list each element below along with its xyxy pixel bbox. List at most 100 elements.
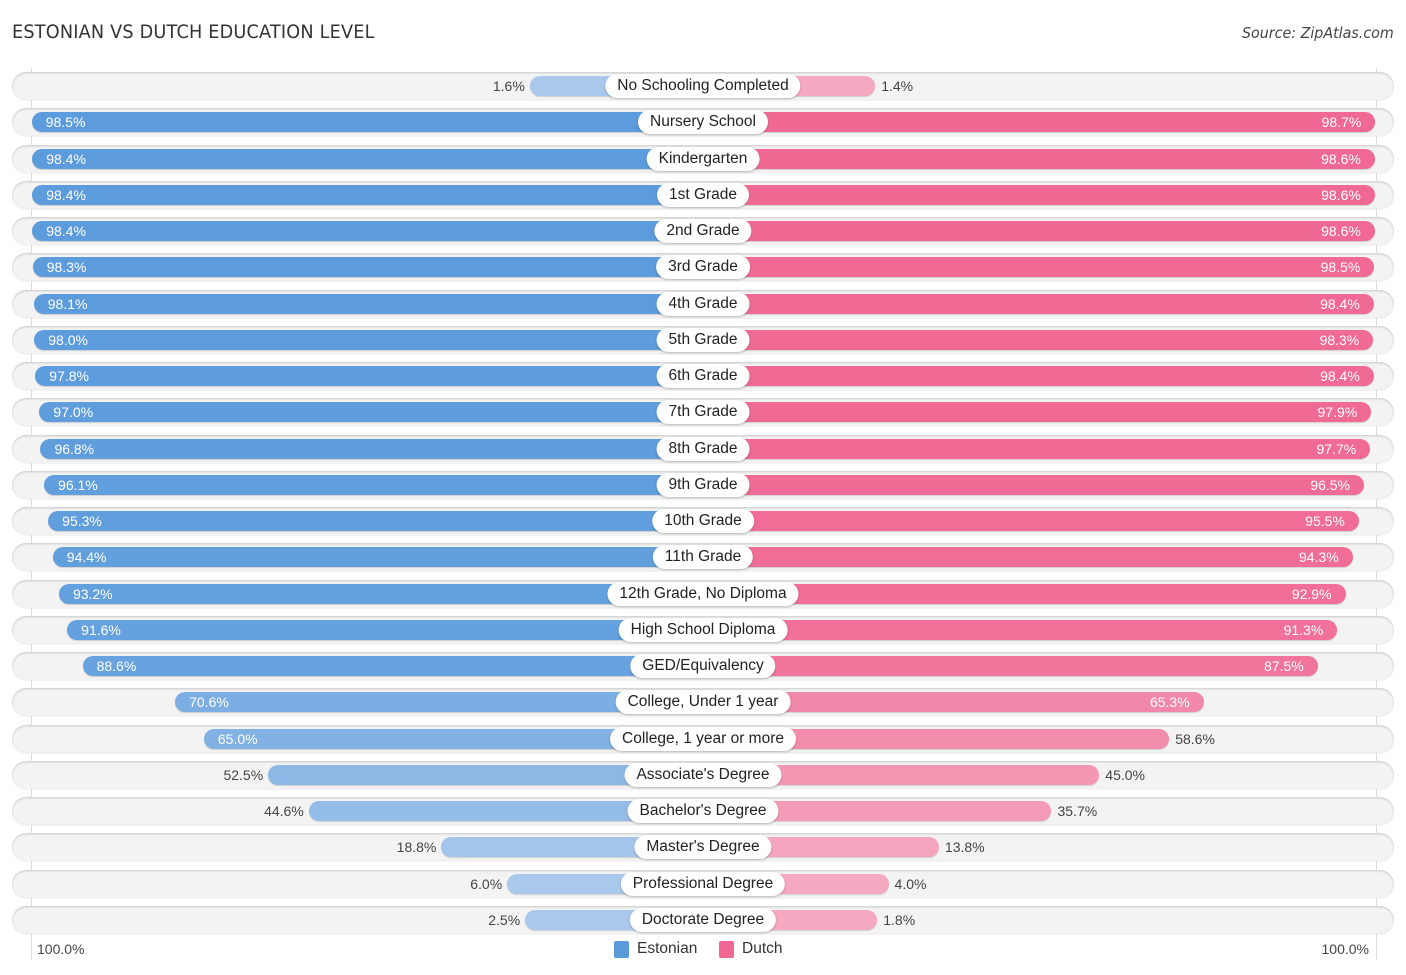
bar-dutch-6th-grade[interactable] [703, 366, 1374, 387]
bar-dutch-12th-grade-no-diploma[interactable] [703, 583, 1346, 604]
category-label-bachelor-s-degree: Bachelor's Degree [627, 799, 779, 824]
category-label-college-1-year-or-more: College, 1 year or more [610, 726, 796, 751]
category-label-10th-grade: 10th Grade [652, 509, 754, 534]
value-label-estonian: 1.6% [492, 78, 525, 94]
value-label-estonian: 98.4% [46, 186, 86, 203]
value-label-dutch: 1.8% [883, 911, 916, 928]
bar-dutch-4th-grade[interactable] [703, 293, 1374, 314]
value-label-dutch: 98.6% [1321, 150, 1361, 167]
value-label-estonian: 88.6% [96, 658, 137, 675]
bar-estonian-kindergarten[interactable] [32, 148, 703, 169]
category-label-2nd-grade: 2nd Grade [654, 219, 752, 244]
bar-estonian-high-school-diploma[interactable] [67, 619, 703, 640]
value-label-estonian: 97.8% [49, 368, 89, 385]
category-label-doctorate-degree: Doctorate Degree [629, 907, 777, 932]
value-label-estonian: 98.5% [45, 114, 86, 131]
bar-dutch-3rd-grade[interactable] [703, 257, 1375, 278]
category-label-associate-s-degree: Associate's Degree [624, 762, 782, 787]
category-label-8th-grade: 8th Grade [656, 436, 750, 461]
bar-estonian-ged-equivalency[interactable] [82, 656, 703, 677]
bar-estonian-12th-grade-no-diploma[interactable] [58, 583, 703, 604]
value-label-dutch: 97.9% [1317, 404, 1358, 421]
bar-dutch-high-school-diploma[interactable] [703, 619, 1338, 640]
diverging-bar-chart: 1.6% 1.4% No Schooling Completed 98.5% 98.7%… [0, 0, 1406, 975]
value-label-estonian: 98.3% [46, 259, 87, 276]
bar-dutch-kindergarten[interactable] [703, 148, 1375, 169]
bar-dutch-5th-grade[interactable] [703, 329, 1374, 350]
bar-dutch-8th-grade[interactable] [703, 438, 1371, 459]
category-label-professional-degree: Professional Degree [620, 871, 786, 896]
category-label-11th-grade: 11th Grade [652, 545, 754, 570]
category-label-6th-grade: 6th Grade [656, 364, 750, 389]
legend-swatch-dutch [719, 940, 734, 958]
category-label-1st-grade: 1st Grade [656, 182, 750, 207]
category-label-high-school-diploma: High School Diploma [618, 617, 788, 642]
bar-estonian-4th-grade[interactable] [33, 293, 703, 314]
value-label-estonian: 97.0% [53, 404, 94, 421]
value-label-dutch: 91.3% [1283, 621, 1324, 638]
category-label-3rd-grade: 3rd Grade [656, 255, 750, 280]
value-label-estonian: 65.0% [217, 730, 258, 747]
bar-estonian-2nd-grade[interactable] [32, 221, 703, 242]
value-label-estonian: 6.0% [470, 875, 503, 892]
legend: Estonian Dutch [0, 940, 1406, 960]
value-label-dutch: 94.3% [1299, 549, 1339, 566]
value-label-estonian: 2.5% [488, 911, 521, 928]
value-label-dutch: 35.7% [1057, 803, 1098, 820]
legend-label-dutch: Dutch [742, 940, 783, 957]
bar-estonian-7th-grade[interactable] [39, 402, 703, 423]
category-label-ged-equivalency: GED/Equivalency [630, 654, 776, 679]
category-label-12th-grade-no-diploma: 12th Grade, No Diploma [607, 581, 799, 606]
value-label-dutch: 65.3% [1149, 694, 1190, 711]
value-label-estonian: 98.4% [46, 150, 86, 167]
value-label-dutch: 58.6% [1175, 730, 1215, 747]
value-label-dutch: 92.9% [1291, 585, 1332, 602]
value-label-estonian: 91.6% [81, 621, 121, 638]
bar-estonian-8th-grade[interactable] [40, 438, 703, 459]
category-label-4th-grade: 4th Grade [656, 291, 750, 316]
value-label-estonian: 94.4% [66, 549, 107, 566]
value-label-dutch: 1.4% [881, 78, 914, 94]
bar-estonian-11th-grade[interactable] [52, 547, 703, 568]
bar-dutch-9th-grade[interactable] [703, 474, 1364, 495]
value-label-estonian: 18.8% [396, 839, 437, 856]
legend-item-dutch[interactable]: Dutch [719, 940, 783, 958]
bar-dutch-11th-grade[interactable] [703, 547, 1353, 568]
value-label-dutch: 13.8% [944, 839, 985, 856]
value-label-dutch: 98.4% [1320, 295, 1360, 312]
value-label-dutch: 97.7% [1316, 440, 1357, 457]
bar-dutch-1st-grade[interactable] [703, 184, 1375, 205]
category-label-college-under-1-year: College, Under 1 year [615, 690, 791, 715]
value-label-dutch: 87.5% [1264, 658, 1304, 675]
value-label-dutch: 96.5% [1310, 476, 1351, 493]
bar-estonian-3rd-grade[interactable] [32, 257, 703, 278]
category-label-9th-grade: 9th Grade [656, 472, 750, 497]
category-label-7th-grade: 7th Grade [656, 400, 750, 425]
value-label-estonian: 52.5% [223, 766, 264, 783]
category-label-kindergarten: Kindergarten [646, 146, 760, 171]
bar-estonian-nursery-school[interactable] [31, 112, 703, 133]
value-label-dutch: 98.6% [1321, 223, 1361, 240]
value-label-estonian: 93.2% [72, 585, 113, 602]
bar-estonian-10th-grade[interactable] [48, 511, 703, 532]
bar-estonian-9th-grade[interactable] [44, 474, 703, 495]
value-label-estonian: 95.3% [62, 513, 102, 530]
value-label-dutch: 98.7% [1321, 114, 1362, 131]
bar-estonian-5th-grade[interactable] [34, 329, 703, 350]
bar-dutch-2nd-grade[interactable] [703, 221, 1375, 242]
value-label-estonian: 98.1% [47, 295, 88, 312]
category-label-no-schooling-completed: No Schooling Completed [605, 74, 801, 98]
value-label-dutch: 95.5% [1305, 513, 1345, 530]
value-label-estonian: 96.8% [54, 440, 95, 457]
category-label-5th-grade: 5th Grade [656, 327, 750, 352]
value-label-dutch: 98.3% [1319, 331, 1360, 348]
bar-dutch-7th-grade[interactable] [703, 402, 1372, 423]
bar-dutch-10th-grade[interactable] [703, 511, 1359, 532]
category-label-nursery-school: Nursery School [638, 110, 768, 135]
bar-estonian-6th-grade[interactable] [35, 366, 703, 387]
value-label-dutch: 98.5% [1320, 259, 1361, 276]
bar-dutch-nursery-school[interactable] [703, 112, 1376, 133]
bar-estonian-1st-grade[interactable] [32, 184, 703, 205]
bar-dutch-ged-equivalency[interactable] [703, 656, 1318, 677]
legend-item-estonian[interactable]: Estonian [614, 940, 697, 958]
